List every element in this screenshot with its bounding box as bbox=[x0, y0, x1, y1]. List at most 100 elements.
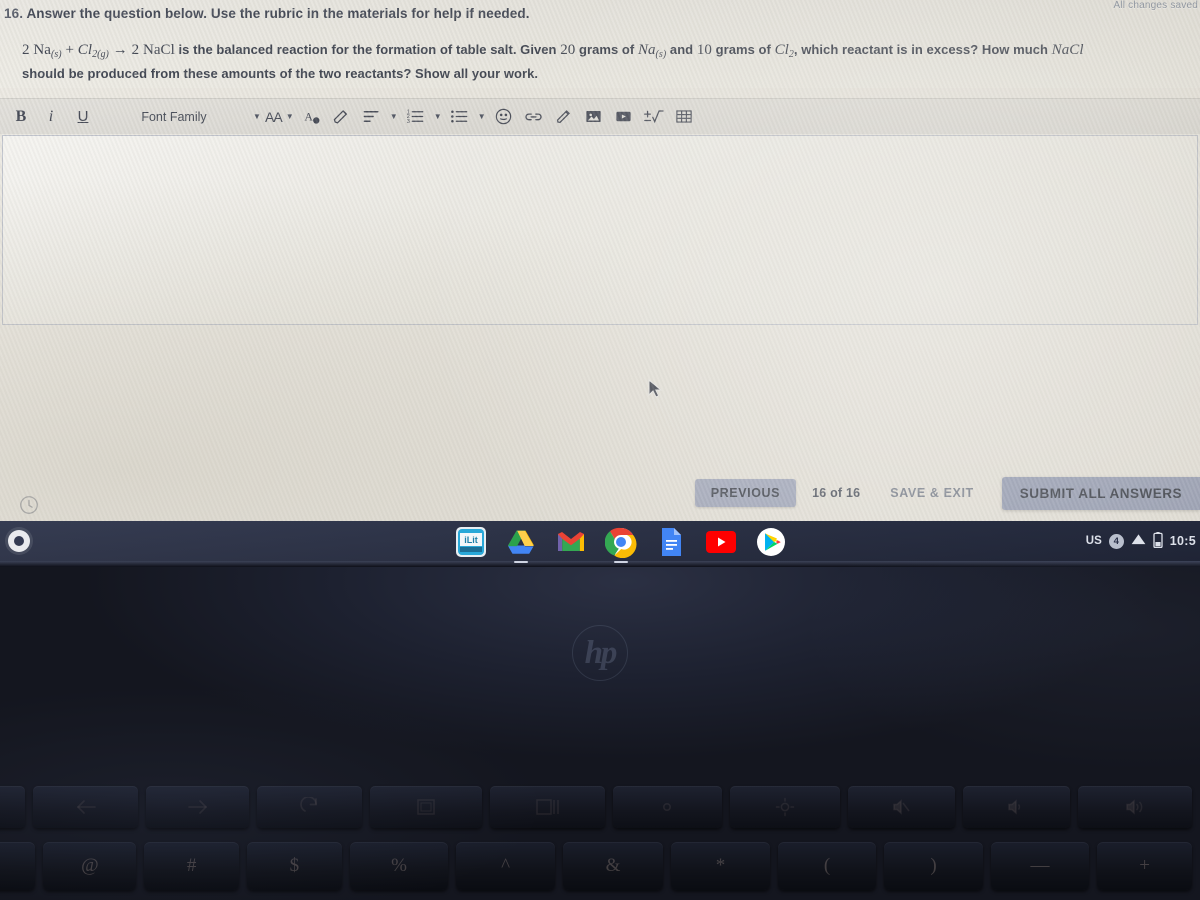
reload-key[interactable] bbox=[257, 786, 362, 828]
shelf-app-list: iLit bbox=[455, 525, 787, 559]
question-body: 2 Na(s) + Cl2(g) → 2 NaCl is the balance… bbox=[22, 40, 1200, 83]
chevron-down-icon-bullet-list[interactable]: ▼ bbox=[475, 102, 489, 132]
key-underscore-minus[interactable]: — bbox=[990, 842, 1090, 890]
clock-icon bbox=[18, 494, 40, 516]
equation-cl-subscript: 2(g) bbox=[92, 49, 109, 60]
bullet-list-icon[interactable] bbox=[445, 102, 475, 132]
bold-button[interactable]: B bbox=[6, 102, 36, 132]
brightness-up-key[interactable] bbox=[729, 786, 841, 828]
question-text-c: and bbox=[666, 42, 697, 57]
question-text-d: grams of bbox=[711, 42, 775, 57]
previous-button[interactable]: PREVIOUS bbox=[694, 479, 797, 507]
submit-all-answers-button[interactable]: SUBMIT ALL ANSWERS bbox=[1001, 476, 1200, 510]
question-prompt-text: Answer the question below. Use the rubri… bbox=[26, 6, 530, 21]
volume-up-key[interactable] bbox=[1077, 786, 1192, 828]
key-percent-5[interactable]: % bbox=[349, 842, 449, 890]
question-prompt: 16. Answer the question below. Use the r… bbox=[4, 6, 530, 21]
equation-na-subscript: (s) bbox=[50, 49, 62, 60]
highlight-icon[interactable] bbox=[327, 102, 357, 132]
equation-rhs: 2 NaCl bbox=[131, 42, 175, 58]
numbered-list-icon[interactable]: 123 bbox=[401, 102, 431, 132]
key-at-2[interactable]: @ bbox=[43, 842, 137, 890]
chromebook-screen: 16. Answer the question below. Use the r… bbox=[0, 0, 1200, 521]
battery-icon[interactable] bbox=[1153, 531, 1163, 551]
screen-hinge bbox=[0, 561, 1200, 567]
question-counter: 16 of 16 bbox=[812, 486, 861, 500]
draw-icon[interactable] bbox=[549, 102, 579, 132]
font-family-select[interactable]: Font Family bbox=[100, 102, 250, 132]
system-tray[interactable]: US 4 10:5 bbox=[1086, 521, 1198, 561]
esc-key[interactable] bbox=[0, 786, 26, 828]
equation-lhs-na: 2 Na bbox=[22, 42, 51, 58]
underline-button[interactable]: U bbox=[66, 102, 100, 132]
ilit-app-icon[interactable]: iLit bbox=[455, 526, 487, 558]
editor-toolbar: B i U Font Family ▼ AA ▼ A ▼ 123 ▼ ▼ bbox=[0, 98, 1200, 134]
table-icon[interactable] bbox=[669, 102, 699, 132]
font-size-select[interactable]: AA bbox=[264, 102, 283, 132]
forward-key[interactable] bbox=[146, 786, 250, 828]
notification-count-badge[interactable]: 4 bbox=[1108, 533, 1124, 549]
save-status: All changes saved bbox=[1113, 0, 1198, 11]
equation-arrow: → bbox=[108, 42, 132, 58]
question-header: 16. Answer the question below. Use the r… bbox=[0, 0, 1200, 88]
chrome-icon[interactable] bbox=[605, 526, 637, 558]
product-nacl: NaCl bbox=[1051, 42, 1084, 58]
question-text-e: , which reactant is in excess? How much bbox=[793, 42, 1052, 57]
chevron-down-icon-align[interactable]: ▼ bbox=[387, 102, 401, 132]
reactant-na: Na bbox=[637, 42, 656, 58]
chevron-down-icon-font-size[interactable]: ▼ bbox=[283, 102, 297, 132]
key-paren-close-0[interactable]: ) bbox=[884, 842, 983, 890]
svg-text:iLit: iLit bbox=[464, 535, 478, 545]
reactant-cl2: Cl bbox=[774, 42, 789, 58]
chromeos-shelf: iLit US 4 10:5 bbox=[0, 521, 1200, 561]
key-caret-6[interactable]: ^ bbox=[456, 842, 555, 890]
keyboard-layout-indicator[interactable]: US bbox=[1086, 535, 1102, 547]
chevron-down-icon-numbered-list[interactable]: ▼ bbox=[431, 102, 445, 132]
keyboard-function-row bbox=[0, 786, 1200, 828]
quantity-10: 10 bbox=[696, 42, 712, 58]
emoji-icon[interactable] bbox=[489, 102, 519, 132]
equation-icon[interactable] bbox=[639, 102, 669, 132]
play-store-icon[interactable] bbox=[755, 526, 787, 558]
reactant-na-subscript: (s) bbox=[655, 49, 667, 60]
answer-text-area[interactable] bbox=[2, 135, 1198, 325]
key-exclamation-1[interactable]: ! bbox=[0, 842, 36, 890]
key-plus-equals[interactable]: + bbox=[1097, 842, 1192, 890]
back-key[interactable] bbox=[33, 786, 139, 828]
laptop-keyboard: ! @ # $ % ^ & * ( ) — + bbox=[0, 778, 1200, 900]
hp-brand-logo: hp bbox=[572, 625, 628, 681]
wifi-icon[interactable] bbox=[1131, 533, 1146, 549]
mouse-cursor bbox=[648, 378, 666, 406]
question-text-a: is the balanced reaction for the formati… bbox=[174, 42, 561, 57]
keyboard-number-row: ! @ # $ % ^ & * ( ) — + bbox=[0, 842, 1200, 890]
brightness-down-key[interactable] bbox=[612, 786, 722, 828]
italic-button[interactable]: i bbox=[36, 102, 66, 132]
key-dollar-4[interactable]: $ bbox=[247, 842, 342, 890]
gmail-icon[interactable] bbox=[555, 526, 587, 558]
volume-down-key[interactable] bbox=[962, 786, 1070, 828]
mute-key[interactable] bbox=[848, 786, 955, 828]
question-body-line2: should be produced from these amounts of… bbox=[22, 66, 539, 81]
google-docs-icon[interactable] bbox=[655, 526, 687, 558]
key-paren-open-9[interactable]: ( bbox=[777, 842, 877, 890]
save-and-exit-button[interactable]: SAVE & EXIT bbox=[876, 486, 987, 500]
key-hash-3[interactable]: # bbox=[144, 842, 240, 890]
assessment-navigation: PREVIOUS 16 of 16 SAVE & EXIT SUBMIT ALL… bbox=[694, 476, 1200, 510]
key-asterisk-8[interactable]: * bbox=[671, 842, 770, 890]
align-icon[interactable] bbox=[357, 102, 387, 132]
google-drive-icon[interactable] bbox=[505, 526, 537, 558]
youtube-icon[interactable] bbox=[705, 526, 737, 558]
video-icon[interactable] bbox=[609, 102, 639, 132]
chevron-down-icon-font-family[interactable]: ▼ bbox=[250, 102, 264, 132]
key-ampersand-7[interactable]: & bbox=[562, 842, 664, 890]
fullscreen-key[interactable] bbox=[369, 786, 483, 828]
svg-text:A: A bbox=[305, 109, 314, 123]
question-text-b: grams of bbox=[575, 42, 638, 57]
link-icon[interactable] bbox=[519, 102, 549, 132]
question-number: 16. bbox=[4, 6, 24, 21]
text-color-icon[interactable]: A bbox=[297, 102, 327, 132]
image-icon[interactable] bbox=[579, 102, 609, 132]
launcher-button[interactable] bbox=[8, 530, 30, 552]
clock-time[interactable]: 10:5 bbox=[1170, 534, 1196, 548]
overview-key[interactable] bbox=[490, 786, 605, 828]
